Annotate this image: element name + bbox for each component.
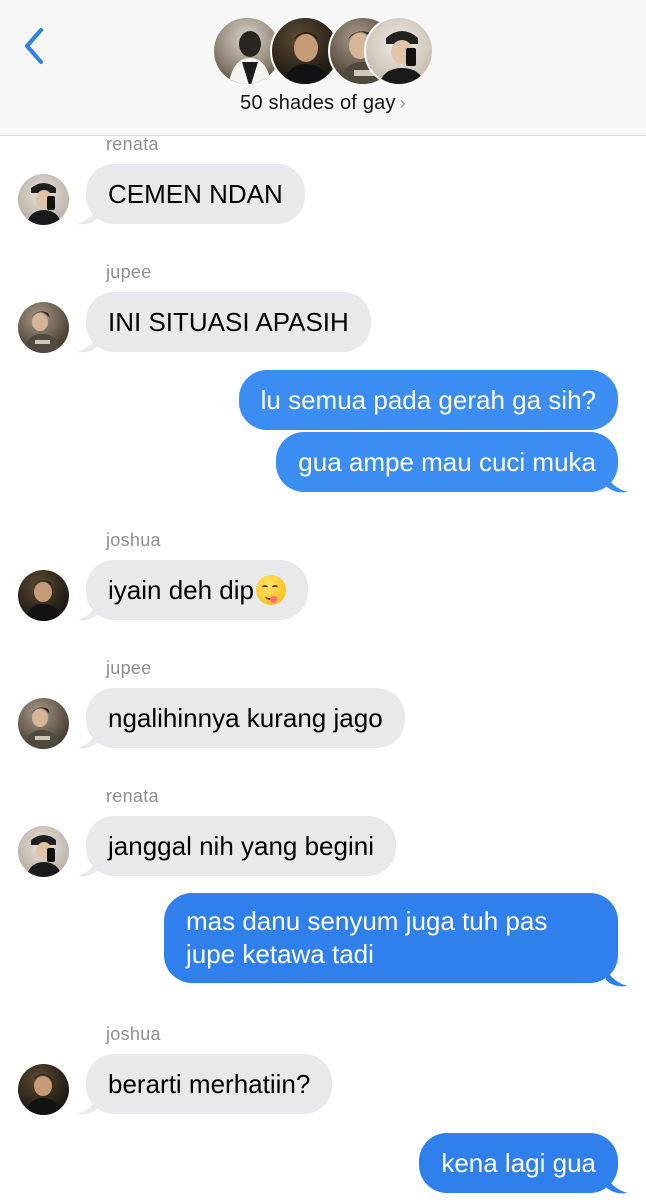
member-avatar	[364, 16, 434, 86]
message-bubble[interactable]: mas danu senyum juga tuh pas jupe ketawa…	[164, 893, 618, 983]
bubble-tail-icon	[606, 1175, 628, 1194]
chat-header: 50 shades of gay ›	[0, 0, 646, 136]
group-title[interactable]: 50 shades of gay ›	[0, 92, 646, 115]
bubble-tail-icon	[76, 730, 98, 749]
chevron-left-icon	[25, 28, 43, 64]
avatar-renata[interactable]	[18, 826, 69, 877]
message-bubble[interactable]: janggal nih yang begini	[86, 816, 396, 876]
bubble-tail-icon	[76, 1096, 98, 1115]
message-text: iyain deh dip	[108, 575, 254, 605]
message-bubble[interactable]: ngalihinnya kurang jago	[86, 688, 405, 748]
bubble-tail-icon	[76, 206, 98, 225]
bubble-tail-icon	[606, 968, 628, 987]
bubble-tail-icon	[76, 334, 98, 353]
sender-name: jupee	[106, 658, 152, 678]
sender-name: renata	[106, 134, 159, 154]
group-avatars[interactable]	[212, 16, 434, 86]
avatar-joshua[interactable]	[18, 570, 69, 621]
sender-name: joshua	[106, 1024, 161, 1044]
group-name: 50 shades of gay	[240, 92, 396, 114]
message-bubble[interactable]: gua ampe mau cuci muka	[276, 432, 618, 492]
avatar-renata[interactable]	[18, 174, 69, 225]
message-bubble[interactable]: CEMEN NDAN	[86, 164, 305, 224]
avatar-jupee[interactable]	[18, 698, 69, 749]
avatar-joshua[interactable]	[18, 1064, 69, 1115]
back-button[interactable]	[16, 24, 52, 68]
sender-name: renata	[106, 786, 159, 806]
sender-name: joshua	[106, 530, 161, 550]
sender-name: jupee	[106, 262, 152, 282]
message-bubble[interactable]: iyain deh dip	[86, 560, 308, 620]
message-bubble[interactable]: kena lagi gua	[419, 1133, 618, 1193]
message-bubble[interactable]: berarti merhatiin?	[86, 1054, 333, 1114]
message-bubble[interactable]: lu semua pada gerah ga sih?	[238, 370, 618, 430]
bubble-tail-icon	[606, 474, 628, 493]
message-bubble[interactable]: INI SITUASI APASIH	[86, 292, 371, 352]
bubble-tail-icon	[76, 602, 98, 621]
avatar-jupee[interactable]	[18, 302, 69, 353]
chevron-right-icon: ›	[399, 93, 406, 113]
face-savoring-food-emoji	[256, 575, 286, 605]
bubble-tail-icon	[76, 858, 98, 877]
